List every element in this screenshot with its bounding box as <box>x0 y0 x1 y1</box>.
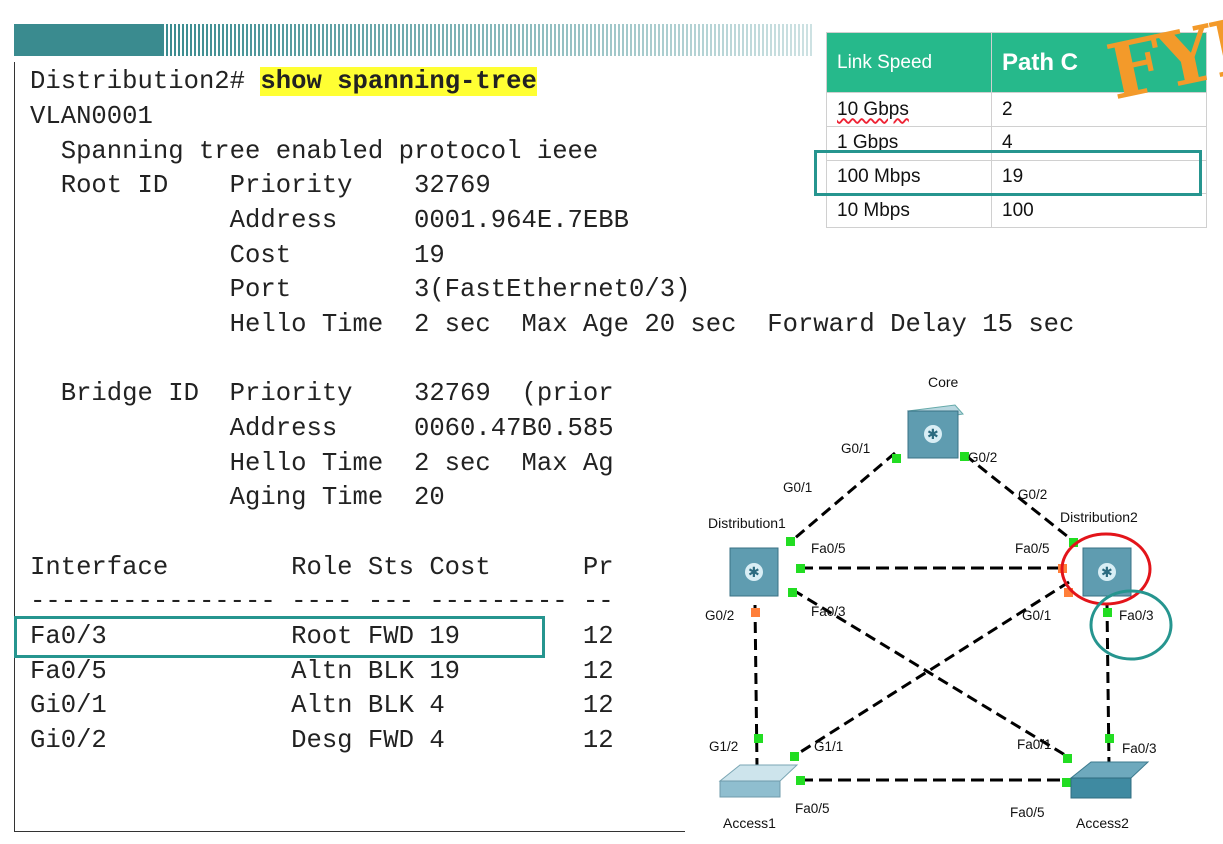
port-label: Fa0/3 <box>1119 608 1154 623</box>
device-label-distribution1: Distribution1 <box>708 515 786 531</box>
terminal-line: Hello Time 2 sec Max Age 20 sec Forward … <box>30 310 1075 339</box>
terminal-line: Bridge ID Priority 32769 (prior <box>30 379 614 408</box>
terminal-command: show spanning-tree <box>260 67 537 96</box>
root-port-highlight-box <box>14 616 545 658</box>
network-topology-diagram: ✱ ✱ ✱ Core Distribution1 Distribution2 A… <box>685 368 1223 839</box>
port-label: Fa0/5 <box>1015 541 1050 556</box>
terminal-line: Gi0/1 Altn BLK 4 12 <box>30 691 614 720</box>
terminal-line: Fa0/5 Altn BLK 19 12 <box>30 657 614 686</box>
core-switch-icon[interactable]: ✱ <box>906 404 964 459</box>
root-port-highlight-circle <box>1089 589 1173 661</box>
cell-speed: 10 Gbps <box>837 98 909 120</box>
topology-links: ✱ ✱ ✱ <box>718 404 1173 799</box>
terminal-line: ---------------- ---- --- --------- -- <box>30 587 614 616</box>
header-link-speed: Link Speed <box>826 31 992 94</box>
terminal-line: Aging Time 20 <box>30 483 445 512</box>
distribution2-switch-icon[interactable]: ✱ <box>1082 547 1132 597</box>
port-label: Fa0/3 <box>811 604 846 619</box>
port-label: G0/1 <box>1022 608 1052 623</box>
terminal-line: Hello Time 2 sec Max Ag <box>30 449 614 478</box>
terminal-line: Gi0/2 Desg FWD 4 12 <box>30 726 614 755</box>
terminal-line: Interface Role Sts Cost Pr <box>30 553 614 582</box>
port-label: G0/1 <box>783 480 813 495</box>
100mbps-row-highlight-box <box>814 150 1202 196</box>
terminal-prompt: Distribution2# <box>30 67 261 96</box>
port-label: G1/1 <box>814 739 844 754</box>
terminal-line: Spanning tree enabled protocol ieee <box>30 137 599 166</box>
port-label: Fa0/5 <box>811 541 846 556</box>
title-banner-stripes <box>14 24 814 56</box>
svg-text:✱: ✱ <box>748 565 760 581</box>
device-label-access2: Access2 <box>1076 815 1129 831</box>
port-label: G0/2 <box>705 608 735 623</box>
port-label: Fa0/1 <box>1017 737 1052 752</box>
link-status-dots <box>751 452 1114 787</box>
svg-text:✱: ✱ <box>927 427 939 443</box>
terminal-line: Root ID Priority 32769 <box>30 171 491 200</box>
table-row: 10 Mbps 100 <box>826 193 1207 228</box>
access2-switch-icon[interactable] <box>1069 761 1150 799</box>
distribution1-switch-icon[interactable]: ✱ <box>729 547 779 597</box>
port-label: G1/2 <box>709 739 739 754</box>
device-label-core: Core <box>928 374 959 390</box>
access1-switch-icon[interactable] <box>718 764 799 798</box>
cell-speed: 10 Mbps <box>826 193 992 228</box>
port-label: G0/1 <box>841 441 871 456</box>
port-label: Fa0/3 <box>1122 741 1157 756</box>
terminal-line: Cost 19 <box>30 241 445 270</box>
device-label-access1: Access1 <box>723 815 776 831</box>
terminal-command-line: Distribution2# show spanning-tree <box>30 67 537 97</box>
terminal-line: Address 0001.964E.7EBB <box>30 206 629 235</box>
terminal-line: Port 3(FastEthernet0/3) <box>30 275 691 304</box>
port-label: Fa0/5 <box>795 801 830 816</box>
cell-cost: 100 <box>991 193 1207 228</box>
svg-text:✱: ✱ <box>1101 565 1113 581</box>
port-label: G0/2 <box>1018 487 1048 502</box>
device-label-distribution2: Distribution2 <box>1060 509 1138 525</box>
terminal-line: VLAN0001 <box>30 102 153 131</box>
terminal-line: Address 0060.47B0.585 <box>30 414 614 443</box>
port-label: G0/2 <box>968 450 998 465</box>
port-label: Fa0/5 <box>1010 805 1045 820</box>
